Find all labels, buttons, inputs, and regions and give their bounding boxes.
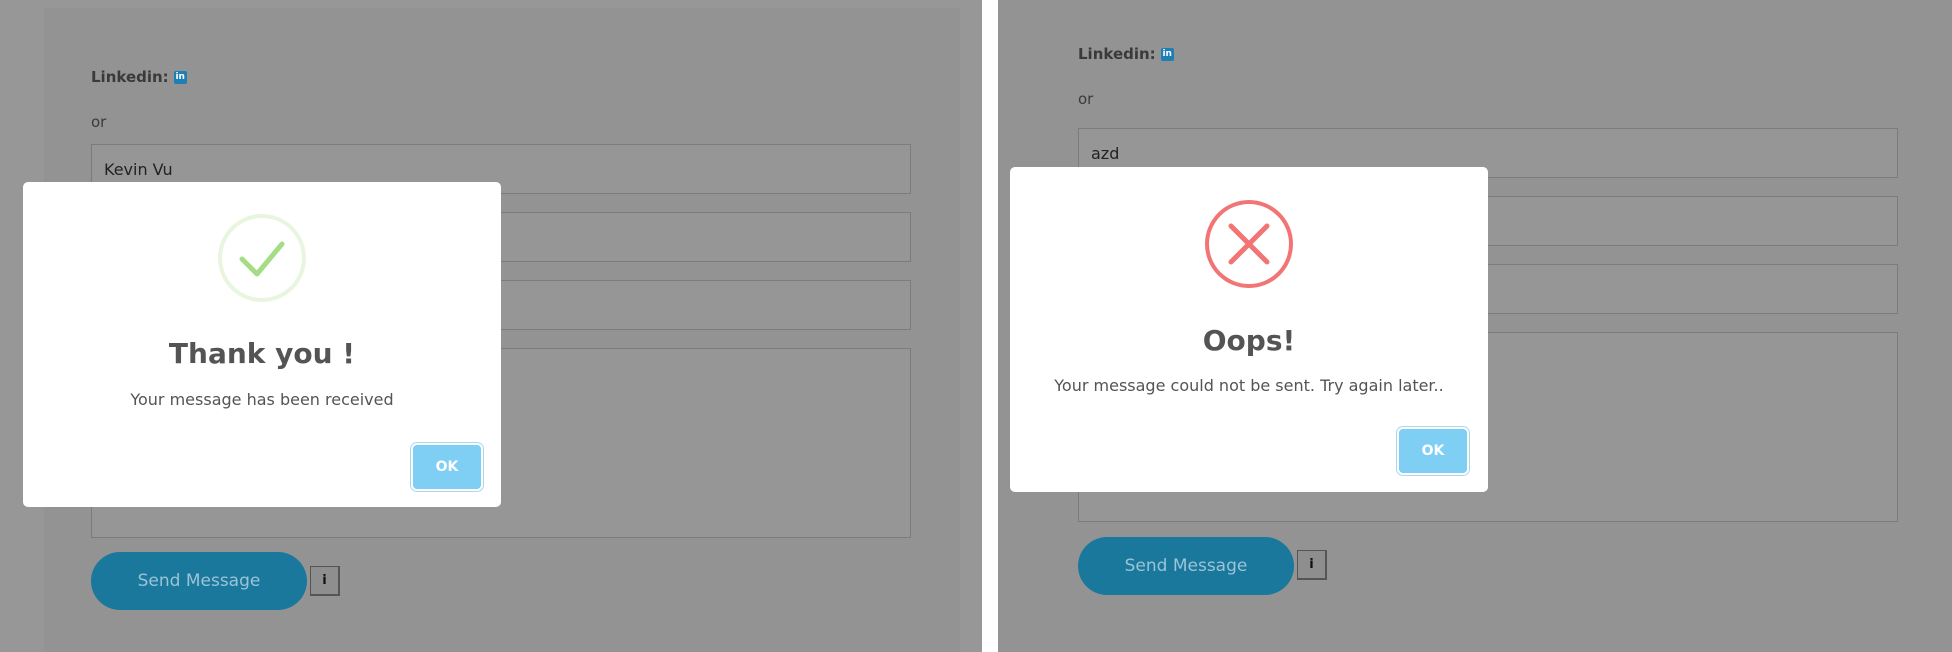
linkedin-icon[interactable]: in [1160,47,1174,61]
panel-divider [982,0,998,652]
dialog-message: Your message has been received [130,390,394,409]
or-separator: or [91,113,107,131]
ok-button[interactable]: OK [413,445,481,489]
linkedin-row: Linkedin: in [1078,45,1174,63]
left-screenshot-panel: Linkedin: in or Kevin Vu Send Message i … [0,0,982,652]
send-message-button[interactable]: Send Message [91,552,307,610]
right-screenshot-panel: Linkedin: in or azd Send Message i Oops!… [998,0,1952,652]
info-icon[interactable]: i [310,566,340,596]
error-x-icon [1205,200,1293,288]
dialog-title: Oops! [1202,324,1296,357]
linkedin-icon[interactable]: in [173,70,187,84]
ok-button[interactable]: OK [1399,429,1467,473]
send-message-button[interactable]: Send Message [1078,537,1294,595]
info-icon[interactable]: i [1297,550,1327,580]
linkedin-row: Linkedin: in [91,68,187,86]
check-icon [218,214,306,302]
dialog-message: Your message could not be sent. Try agai… [1054,376,1444,395]
success-dialog: Thank you ! Your message has been receiv… [23,182,501,507]
error-dialog: Oops! Your message could not be sent. Tr… [1010,167,1488,492]
or-separator: or [1078,90,1094,108]
dialog-title: Thank you ! [168,337,356,370]
linkedin-label: Linkedin: [91,68,169,86]
linkedin-label: Linkedin: [1078,45,1156,63]
